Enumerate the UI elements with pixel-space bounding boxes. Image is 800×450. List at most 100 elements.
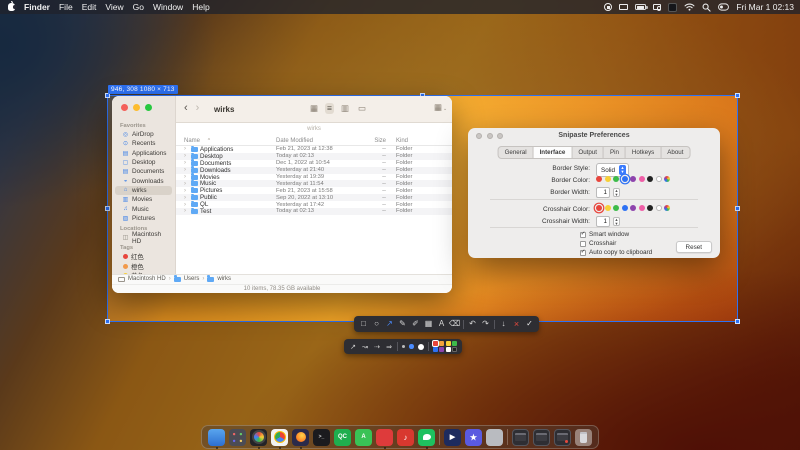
disclosure-chevron[interactable]: › (184, 160, 188, 166)
disclosure-chevron[interactable]: › (184, 146, 188, 152)
file-row-ql[interactable]: ›QLYesterday at 17:42--Folder (176, 201, 452, 208)
color-swatch-blue[interactable] (622, 205, 628, 211)
sidebar-item-movies[interactable]: Movies (115, 195, 172, 204)
path-item-wirks[interactable]: wirks (217, 276, 231, 282)
dock-terminal[interactable]: >_ (313, 429, 330, 446)
forward-button[interactable]: › (196, 102, 200, 114)
column-kind[interactable]: Kind (390, 138, 442, 144)
dock-netease-music[interactable]: ♪ (397, 429, 414, 446)
tab-hotkeys[interactable]: Hotkeys (626, 147, 661, 158)
tab-general[interactable]: General (499, 147, 534, 158)
dock-video-player[interactable]: ▶ (444, 429, 461, 446)
menu-window[interactable]: Window (153, 2, 183, 12)
size-medium-dot-selected[interactable] (409, 344, 414, 349)
file-row-movies[interactable]: ›MoviesYesterday at 19:39--Folder (176, 174, 452, 181)
file-row-test[interactable]: ›TestToday at 02:13--Folder (176, 208, 452, 215)
menu-view[interactable]: View (105, 2, 123, 12)
checkbox-icon[interactable]: ✓ (580, 232, 586, 238)
input-source-icon[interactable] (668, 3, 677, 12)
crosshair-width-field[interactable]: 1 ▲▼ (596, 216, 620, 227)
file-row-pictures[interactable]: ›PicturesFeb 21, 2023 at 15:58--Folder (176, 187, 452, 194)
tab-output[interactable]: Output (572, 147, 604, 158)
column-name[interactable]: Name ^ (176, 138, 276, 144)
sidebar-item-desktop[interactable]: Desktop (115, 158, 172, 167)
group-menu-button[interactable]: ▦⌄ (434, 103, 447, 112)
arrow-style-3-icon[interactable]: ⇢ (373, 343, 381, 351)
control-center-icon[interactable] (718, 3, 729, 11)
selection-handle-w[interactable] (105, 206, 110, 211)
menu-help[interactable]: Help (192, 2, 209, 12)
palette-white[interactable] (446, 347, 451, 352)
dock-trash[interactable] (575, 429, 592, 446)
disclosure-chevron[interactable]: › (184, 195, 188, 201)
dock-compass-app[interactable] (250, 429, 267, 446)
border-width-field[interactable]: 1 ▲▼ (596, 187, 620, 198)
back-button[interactable]: ‹ (184, 102, 188, 114)
save-icon[interactable]: ↓ (499, 320, 508, 328)
dock-chrome[interactable] (271, 429, 288, 446)
selection-handle-se[interactable] (735, 319, 740, 324)
sidebar-item-wirks[interactable]: wirks (115, 186, 172, 195)
sidebar-item-music[interactable]: Music (115, 204, 172, 213)
palette-green[interactable] (452, 341, 457, 346)
dock-placeholder-app[interactable] (486, 429, 503, 446)
minimize-button[interactable] (133, 104, 140, 111)
disclosure-chevron[interactable]: › (184, 174, 188, 180)
color-swatch-white[interactable] (656, 176, 662, 182)
path-item-users[interactable]: Users (184, 276, 200, 282)
color-swatch-purple[interactable] (630, 205, 636, 211)
disclosure-chevron[interactable]: › (184, 188, 188, 194)
sidebar-item-pictures[interactable]: Pictures (115, 214, 172, 223)
arrow-style-1-icon[interactable]: ↗ (349, 343, 357, 351)
close-button[interactable] (121, 104, 128, 111)
dock-minimized-window-3[interactable] (554, 429, 571, 446)
color-swatch-green[interactable] (613, 205, 619, 211)
dock-firefox[interactable] (292, 429, 309, 446)
column-date-modified[interactable]: Date Modified (276, 138, 356, 144)
palette-yellow[interactable] (446, 341, 451, 346)
arrow-tool-icon[interactable]: ↗ (385, 320, 394, 328)
checkbox-smart-window[interactable]: ✓Smart window (580, 231, 629, 238)
menu-edit[interactable]: Edit (82, 2, 97, 12)
file-row-public[interactable]: ›PublicSep 20, 2022 at 13:10--Folder (176, 194, 452, 201)
eraser-tool-icon[interactable]: ⌫ (450, 320, 459, 328)
apple-menu-icon[interactable] (8, 3, 15, 11)
sidebar-item-recents[interactable]: Recents (115, 139, 172, 148)
screen-record-icon[interactable] (604, 3, 612, 11)
dock-launchpad[interactable] (229, 429, 246, 446)
column-view-button[interactable]: ▥ (339, 103, 351, 114)
dock-minimized-window-2[interactable] (533, 429, 550, 446)
sidebar-item-airdrop[interactable]: AirDrop (115, 130, 172, 139)
disclosure-chevron[interactable]: › (184, 208, 188, 214)
menu-bar-clock[interactable]: Fri Mar 1 02:13 (736, 2, 794, 12)
color-swatch-red-selected[interactable] (596, 205, 602, 211)
border-style-popup[interactable]: Solid▲▼ (596, 163, 629, 177)
dock-wechat[interactable] (418, 429, 435, 446)
tab-interface[interactable]: Interface (534, 147, 573, 158)
display-icon[interactable] (619, 4, 628, 11)
menu-file[interactable]: File (59, 2, 73, 12)
file-row-downloads[interactable]: ›DownloadsYesterday at 21:40--Folder (176, 167, 452, 174)
text-tool-icon[interactable]: A (437, 320, 446, 328)
palette-purple[interactable] (439, 347, 444, 352)
stepper-icon[interactable]: ▲▼ (613, 217, 621, 226)
undo-icon[interactable]: ↶ (468, 320, 477, 328)
cancel-capture-icon[interactable]: × (512, 320, 521, 329)
confirm-capture-icon[interactable]: ✓ (525, 320, 534, 328)
file-row-applications[interactable]: ›ApplicationsFeb 21, 2023 at 12:38--Fold… (176, 146, 452, 153)
search-icon[interactable] (702, 3, 711, 12)
file-row-documents[interactable]: ›DocumentsDec 1, 2022 at 10:54--Folder (176, 160, 452, 167)
color-swatch-pink[interactable] (639, 205, 645, 211)
dock-a-app[interactable]: A (355, 429, 372, 446)
menu-app-name[interactable]: Finder (24, 2, 50, 12)
color-swatch-red[interactable] (596, 176, 602, 182)
color-swatch-yellow[interactable] (605, 176, 611, 182)
size-small-dot[interactable] (402, 345, 405, 348)
checkbox-icon[interactable]: ✓ (580, 250, 586, 256)
icon-view-button[interactable]: ▦ (308, 103, 320, 114)
color-swatch-blue-selected[interactable] (622, 176, 628, 182)
arrow-style-2-icon[interactable]: ↝ (361, 343, 369, 351)
color-swatch-black[interactable] (647, 176, 653, 182)
color-swatch-white[interactable] (656, 205, 662, 211)
color-swatch-green[interactable] (613, 176, 619, 182)
